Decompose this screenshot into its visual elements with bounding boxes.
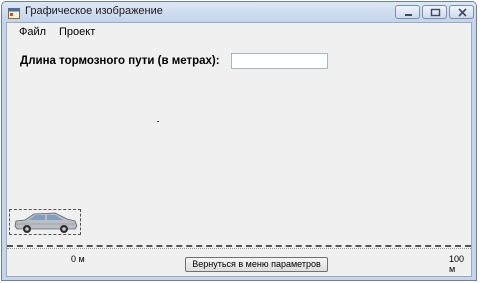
road-edge	[7, 248, 471, 249]
scale-start-label: 0 м	[71, 254, 85, 264]
title-bar[interactable]: Графическое изображение	[2, 2, 476, 22]
app-form-icon	[8, 6, 20, 19]
menu-project[interactable]: Проект	[59, 26, 95, 38]
menu-bar: Файл Проект	[7, 23, 471, 41]
car-icon	[14, 212, 78, 233]
maximize-button[interactable]	[422, 5, 447, 19]
window-title: Графическое изображение	[25, 5, 163, 17]
road-line	[7, 245, 471, 247]
braking-distance-label: Длина тормозного пути (в метрах):	[20, 55, 220, 67]
scale-end-label: 100 м	[449, 254, 465, 274]
minimize-button[interactable]	[395, 5, 420, 19]
car-picture[interactable]	[9, 209, 81, 235]
menu-file[interactable]: Файл	[19, 26, 46, 38]
close-button[interactable]	[449, 5, 474, 19]
back-to-parameters-button[interactable]: Вернуться в меню параметров	[185, 257, 328, 272]
stray-dot	[157, 121, 159, 122]
client-area: Файл Проект Длина тормозного пути (в мет…	[6, 22, 472, 277]
braking-distance-input[interactable]	[231, 53, 328, 69]
main-window: Графическое изображение Файл Проект Длин…	[1, 1, 477, 281]
